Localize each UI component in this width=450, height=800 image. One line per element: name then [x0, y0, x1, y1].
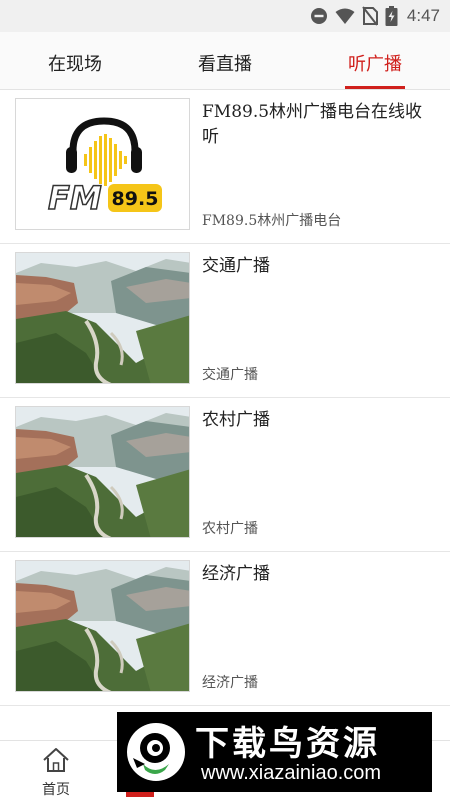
fm-logo-thumbnail: FM 89.5 [15, 98, 190, 230]
nav-home-label: 首页 [42, 782, 70, 798]
mountain-photo-thumbnail [15, 252, 190, 384]
mountain-photo-thumbnail [15, 560, 190, 692]
tab-bar: 在现场 看直播 听广播 [0, 32, 450, 90]
status-bar: 4:47 [0, 0, 450, 32]
no-sim-icon [362, 6, 378, 26]
tab-label: 听广播 [348, 54, 402, 75]
list-item-fm895[interactable]: FM 89.5 FM89.5林州广播电台在线收听 FM89.5林州广播电台 [0, 90, 450, 244]
battery-charging-icon [385, 6, 398, 26]
watermark-site-name: 下载鸟资源 [195, 724, 380, 764]
item-title: 交通广播 [202, 256, 270, 276]
item-title: FM89.5林州广播电台在线收听 [202, 102, 423, 147]
radio-list: FM 89.5 FM89.5林州广播电台在线收听 FM89.5林州广播电台 交通… [0, 90, 450, 706]
status-icons: 4:47 [310, 5, 440, 27]
tab-label: 在现场 [48, 54, 102, 75]
nav-home[interactable]: 首页 [28, 747, 84, 799]
item-subtitle: 农村广播 [202, 521, 258, 537]
tab-label: 看直播 [198, 54, 252, 75]
active-tab-indicator [345, 86, 405, 89]
dnd-icon [310, 8, 327, 24]
radio-logo-image: FM 89.5 [16, 99, 189, 229]
wifi-icon [335, 8, 355, 24]
mountain-valley-image [16, 561, 189, 691]
list-item-economy-radio[interactable]: 经济广播 经济广播 [0, 552, 450, 706]
status-time: 4:47 [406, 6, 440, 25]
item-title: 农村广播 [202, 410, 270, 430]
bird-logo-icon [127, 723, 185, 781]
home-icon [43, 748, 69, 772]
fm-logo-letters: FM [48, 179, 102, 217]
mountain-valley-image [16, 407, 189, 537]
list-item-traffic-radio[interactable]: 交通广播 交通广播 [0, 244, 450, 398]
tab-radio[interactable]: 听广播 [300, 32, 450, 89]
watermark-url: www.xiazainiao.com [201, 762, 382, 784]
tab-live-video[interactable]: 看直播 [150, 32, 300, 89]
item-subtitle: FM89.5林州广播电台 [202, 213, 342, 229]
list-item-rural-radio[interactable]: 农村广播 农村广播 [0, 398, 450, 552]
mountain-valley-image [16, 253, 189, 383]
item-title: 经济广播 [202, 564, 270, 584]
item-subtitle: 经济广播 [202, 675, 258, 691]
tab-on-site[interactable]: 在现场 [0, 32, 150, 89]
fm-logo-frequency: 89.5 [112, 188, 159, 210]
watermark-banner: 下载鸟资源 www.xiazainiao.com [117, 712, 432, 792]
item-subtitle: 交通广播 [202, 367, 258, 383]
mountain-photo-thumbnail [15, 406, 190, 538]
